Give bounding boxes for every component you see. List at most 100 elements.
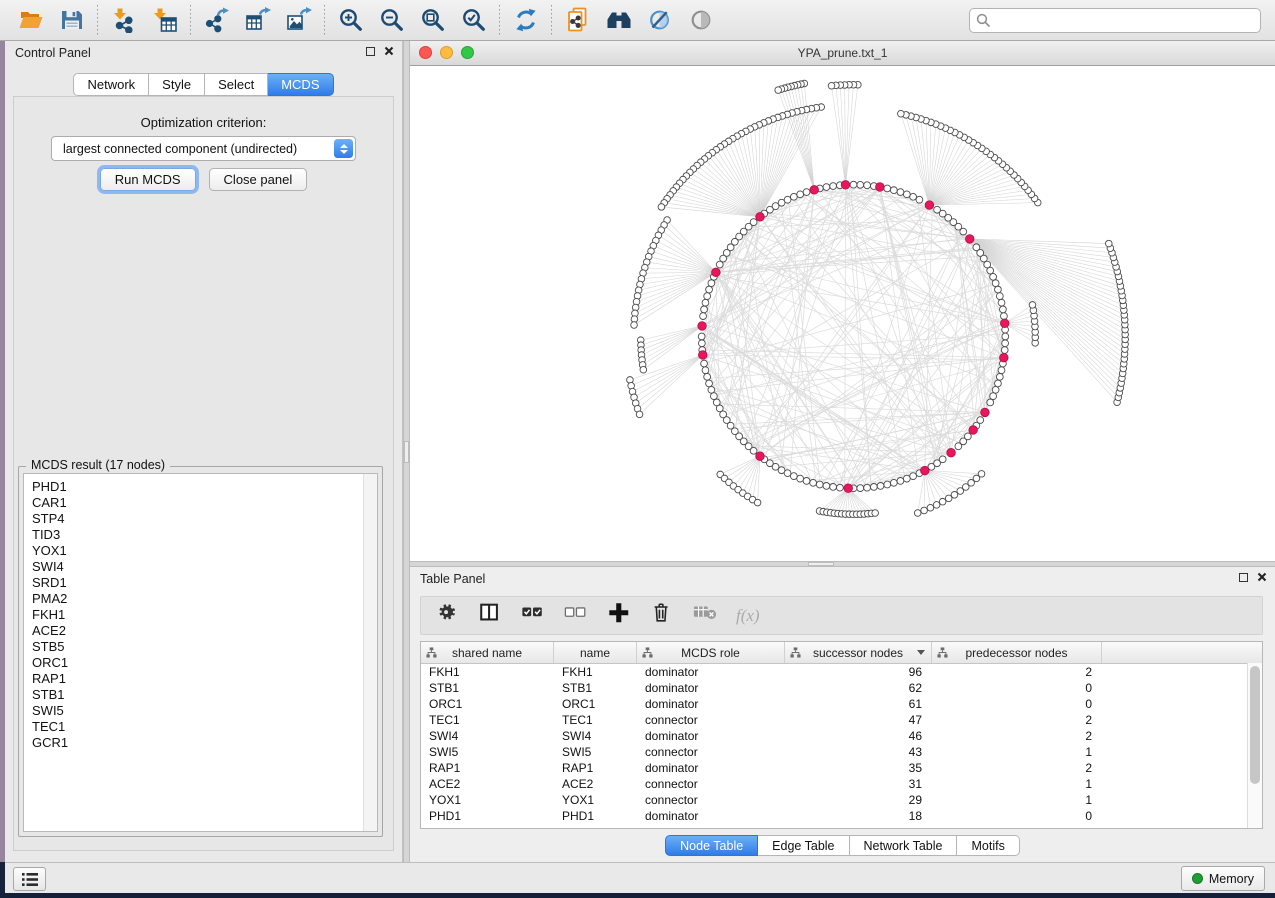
window-close-button[interactable] xyxy=(419,46,432,59)
table-row[interactable]: RAP1RAP1dominator352 xyxy=(421,760,1262,776)
float-panel-icon[interactable] xyxy=(1239,573,1248,582)
cytoscape-app: Control Panel NetworkStyleSelectMCDS Opt… xyxy=(0,0,1275,898)
column-header-name[interactable]: name xyxy=(554,642,637,663)
cell-name: TEC1 xyxy=(554,712,637,728)
control-panel-header: Control Panel xyxy=(5,41,402,65)
deselect-all-rows-button[interactable] xyxy=(564,601,588,630)
table-row[interactable]: SWI5SWI5connector431 xyxy=(421,744,1262,760)
export-network-icon xyxy=(204,7,230,33)
zoom-fit-button[interactable] xyxy=(412,3,453,37)
mcds-result-item[interactable]: SWI4 xyxy=(24,559,377,575)
tab-network-table[interactable]: Network Table xyxy=(850,835,958,856)
tab-edge-table[interactable]: Edge Table xyxy=(758,835,849,856)
close-panel-button[interactable]: Close panel xyxy=(209,168,308,191)
column-header-successor-nodes[interactable]: successor nodes xyxy=(785,642,932,663)
mcds-result-item[interactable]: GCR1 xyxy=(24,735,377,751)
tab-select[interactable]: Select xyxy=(205,73,268,96)
function-builder-icon: f(x) xyxy=(736,606,760,626)
float-panel-icon[interactable] xyxy=(366,47,375,56)
table-row[interactable]: PHD1PHD1dominator180 xyxy=(421,808,1262,824)
column-header-shared-name[interactable]: shared name xyxy=(421,642,554,663)
zoom-selected-button[interactable] xyxy=(453,3,494,37)
memory-status-dot xyxy=(1192,873,1203,884)
tab-motifs[interactable]: Motifs xyxy=(957,835,1019,856)
table-row[interactable]: STB1STB1dominator620 xyxy=(421,680,1262,696)
refresh-button[interactable] xyxy=(505,3,546,37)
zoom-in-icon xyxy=(338,7,364,33)
memory-button[interactable]: Memory xyxy=(1181,866,1265,891)
vertical-splitter[interactable] xyxy=(403,41,410,862)
cell-mcds-role: dominator xyxy=(637,808,785,824)
status-list-button[interactable] xyxy=(13,867,46,891)
export-image-button[interactable] xyxy=(278,3,319,37)
optimization-criterion-select[interactable]: largest connected component (undirected) xyxy=(51,136,356,161)
mcds-result-item[interactable]: YOX1 xyxy=(24,543,377,559)
table-row[interactable]: ORC1ORC1dominator610 xyxy=(421,696,1262,712)
table-scrollbar[interactable] xyxy=(1247,663,1262,828)
close-panel-icon[interactable] xyxy=(1257,572,1267,582)
add-column-button[interactable] xyxy=(607,601,631,630)
tab-node-table[interactable]: Node Table xyxy=(665,835,758,856)
export-table-button[interactable] xyxy=(237,3,278,37)
mcds-result-item[interactable]: SWI5 xyxy=(24,703,377,719)
column-header-mcds-role[interactable]: MCDS role xyxy=(637,642,785,663)
mcds-result-item[interactable]: CAR1 xyxy=(24,495,377,511)
cell-name: FKH1 xyxy=(554,664,637,680)
optimization-criterion-value: largest connected component (undirected) xyxy=(52,142,334,156)
table-row[interactable]: TEC1TEC1connector472 xyxy=(421,712,1262,728)
export-network-button[interactable] xyxy=(196,3,237,37)
mcds-result-item[interactable]: PHD1 xyxy=(24,479,377,495)
zoom-out-button[interactable] xyxy=(371,3,412,37)
mcds-result-item[interactable]: PMA2 xyxy=(24,591,377,607)
network-canvas[interactable] xyxy=(410,66,1275,561)
open-file-button[interactable] xyxy=(10,3,51,37)
network-document-button[interactable] xyxy=(557,3,598,37)
mcds-result-item[interactable]: STP4 xyxy=(24,511,377,527)
tab-style[interactable]: Style xyxy=(149,73,205,96)
mcds-result-item[interactable]: FKH1 xyxy=(24,607,377,623)
scrollbar-thumb[interactable] xyxy=(1250,666,1260,784)
run-mcds-button[interactable]: Run MCDS xyxy=(100,168,196,191)
mcds-result-item[interactable]: RAP1 xyxy=(24,671,377,687)
table-row[interactable]: YOX1YOX1connector291 xyxy=(421,792,1262,808)
table-settings-button[interactable] xyxy=(435,601,459,630)
window-minimize-button[interactable] xyxy=(440,46,453,59)
export-table-icon xyxy=(245,7,271,33)
mcds-result-item[interactable]: TID3 xyxy=(24,527,377,543)
mcds-result-item[interactable]: SRD1 xyxy=(24,575,377,591)
table-row[interactable]: FKH1FKH1dominator962 xyxy=(421,664,1262,680)
search-network-button[interactable] xyxy=(598,3,639,37)
import-table-button[interactable] xyxy=(144,3,185,37)
save-session-button[interactable] xyxy=(51,3,92,37)
zoom-in-button[interactable] xyxy=(330,3,371,37)
close-panel-icon[interactable] xyxy=(384,46,394,56)
cell-predecessor-nodes: 1 xyxy=(932,776,1102,792)
mcds-result-item[interactable]: ACE2 xyxy=(24,623,377,639)
cell-shared-name: STB1 xyxy=(421,680,554,696)
cell-successor-nodes: 29 xyxy=(785,792,932,808)
search-input[interactable] xyxy=(969,8,1261,33)
delete-column-button[interactable] xyxy=(650,601,674,630)
mcds-result-item[interactable]: ORC1 xyxy=(24,655,377,671)
show-graphics-details-button[interactable] xyxy=(680,3,721,37)
show-columns-button[interactable] xyxy=(478,601,502,630)
cell-mcds-role: dominator xyxy=(637,760,785,776)
column-header-predecessor-nodes[interactable]: predecessor nodes xyxy=(932,642,1102,663)
window-zoom-button[interactable] xyxy=(461,46,474,59)
mcds-result-item[interactable]: STB1 xyxy=(24,687,377,703)
import-network-button[interactable] xyxy=(103,3,144,37)
splitter-grab-handle[interactable] xyxy=(404,441,409,463)
select-all-rows-button[interactable] xyxy=(521,601,545,630)
mcds-result-item[interactable]: STB5 xyxy=(24,639,377,655)
export-image-icon xyxy=(286,7,312,33)
cell-shared-name: SWI5 xyxy=(421,744,554,760)
table-row[interactable]: SWI4SWI4dominator462 xyxy=(421,728,1262,744)
optimization-criterion-label: Optimization criterion: xyxy=(14,115,393,130)
table-row[interactable]: ACE2ACE2connector311 xyxy=(421,776,1262,792)
splitter-grab-handle[interactable] xyxy=(808,562,834,566)
tab-network[interactable]: Network xyxy=(73,73,149,96)
mcds-result-item[interactable]: TEC1 xyxy=(24,719,377,735)
mcds-list-scrollbar[interactable] xyxy=(363,474,377,831)
tab-mcds[interactable]: MCDS xyxy=(268,73,333,96)
hide-graphics-details-button[interactable] xyxy=(639,3,680,37)
